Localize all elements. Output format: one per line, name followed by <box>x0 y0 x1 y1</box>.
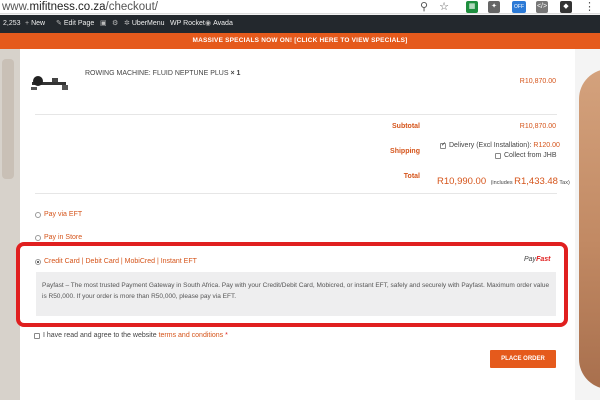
subtotal-value: R10,870.00 <box>519 123 556 130</box>
pay-store-radio[interactable] <box>35 235 41 241</box>
divider <box>35 114 557 115</box>
rowing-machine-thumbnail <box>31 76 68 90</box>
delivery-option-price: R120.00 <box>533 142 560 149</box>
sheets-extension-icon[interactable]: ▦ <box>466 1 478 13</box>
admin-yoast[interactable]: ▣ <box>100 15 109 33</box>
admin-edit-label: Edit Page <box>63 20 95 27</box>
admin-wprocket[interactable]: WP Rocket <box>170 15 205 33</box>
gear-icon: ⚙ <box>112 20 119 27</box>
admin-new[interactable]: + New <box>25 15 45 33</box>
admin-avada-label: Avada <box>213 20 233 27</box>
highlight-outline <box>16 242 568 327</box>
url-prefix: www. <box>2 1 30 13</box>
terms-link[interactable]: terms and conditions <box>159 332 224 339</box>
delivery-checkbox[interactable] <box>440 141 446 149</box>
place-order-button[interactable]: PLACE ORDER <box>490 350 556 368</box>
pay-eft-radio[interactable] <box>35 212 41 218</box>
off-badge-label: OFF <box>514 4 524 10</box>
total-tax-value: R1,433.48 <box>514 176 558 187</box>
product-price: R10,870.00 <box>519 78 556 85</box>
admin-new-label: New <box>31 20 46 27</box>
shipping-label: Shipping <box>390 148 420 155</box>
left-background-image <box>0 49 20 400</box>
delivery-option[interactable]: Delivery (Excl Installation): R120.00 <box>449 142 560 149</box>
wp-admin-bar: 2,253 + New ✎ Edit Page ▣ ⚙ ✲ UberMenu WP R… <box>0 15 600 33</box>
divider <box>35 193 557 194</box>
checkout-panel <box>20 49 575 400</box>
url-host: mifitness.co.za <box>29 1 106 13</box>
puzzle-extension-icon[interactable]: ◆ <box>560 1 572 13</box>
product-name: ROWING MACHINE: FLUID NEPTUNE PLUS × 1 <box>85 70 240 77</box>
collect-checkbox[interactable] <box>495 153 501 159</box>
plus-icon: + <box>25 20 30 27</box>
ubermenu-icon: ✲ <box>124 20 130 27</box>
terms-checkbox[interactable] <box>34 333 40 339</box>
search-icon[interactable]: ⚲ <box>418 0 430 14</box>
extension-icon[interactable]: ✦ <box>488 1 500 13</box>
total-includes: (includes <box>490 180 515 186</box>
delivery-option-text: Delivery (Excl Installation): <box>449 142 534 149</box>
yoast-icon: ▣ <box>100 20 107 27</box>
url-path: /checkout/ <box>105 1 158 13</box>
total-tax-suffix: Tax) <box>557 180 570 186</box>
collect-option[interactable]: Collect from JHB <box>504 152 557 159</box>
total-value: R10,990.00 <box>437 176 487 187</box>
star-icon[interactable]: ☆ <box>438 0 450 14</box>
terms-text: I have read and agree to the website ter… <box>43 332 228 339</box>
required-star: * <box>223 332 228 339</box>
admin-edit-page[interactable]: ✎ Edit Page <box>56 15 94 33</box>
off-badge-icon[interactable]: OFF <box>512 1 526 13</box>
admin-settings[interactable]: ⚙ <box>112 15 120 33</box>
pay-eft-label[interactable]: Pay via EFT <box>44 211 82 218</box>
menu-icon[interactable]: ⋮ <box>584 0 595 14</box>
terms-prefix: I have read and agree to the website <box>43 332 159 339</box>
browser-address-bar[interactable]: www.mifitness.co.za/checkout/ ⚲ ☆ ▦ ✦ OF… <box>0 0 600 14</box>
pencil-icon: ✎ <box>56 20 62 27</box>
url-text[interactable]: www.mifitness.co.za/checkout/ <box>2 0 158 14</box>
product-qty: × 1 <box>230 70 241 77</box>
code-extension-icon[interactable]: </> <box>536 1 548 13</box>
admin-count[interactable]: 2,253 <box>3 15 21 33</box>
admin-ubermenu-label: UberMenu <box>131 20 165 27</box>
promo-banner[interactable]: MASSIVE SPECIALS NOW ON! [CLICK HERE TO … <box>0 33 600 49</box>
product-name-text: ROWING MACHINE: FLUID NEPTUNE PLUS <box>85 70 229 77</box>
subtotal-label: Subtotal <box>392 123 420 130</box>
total-value-block: R10,990.00 (includes R1,433.48 Tax) <box>437 171 570 189</box>
total-label: Total <box>403 173 420 180</box>
pay-store-label[interactable]: Pay in Store <box>44 234 82 241</box>
avada-icon: ◉ <box>205 20 212 27</box>
right-background-image <box>575 49 600 400</box>
admin-avada[interactable]: ◉ Avada <box>205 15 233 33</box>
admin-ubermenu[interactable]: ✲ UberMenu <box>124 15 165 33</box>
